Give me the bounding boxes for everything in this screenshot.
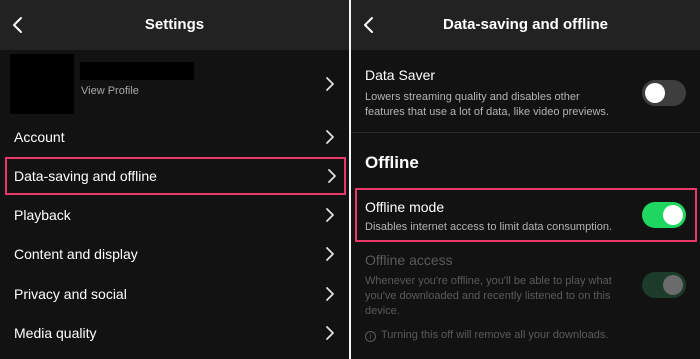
chevron-right-icon bbox=[325, 207, 335, 223]
avatar bbox=[10, 54, 74, 114]
chevron-right-icon bbox=[325, 76, 335, 92]
menu-item-data-saving-offline[interactable]: Data-saving and offline bbox=[5, 157, 346, 195]
offline-mode-desc: Disables internet access to limit data c… bbox=[365, 221, 613, 233]
data-saver-desc-line1: Lowers streaming quality and disables ot… bbox=[365, 91, 580, 103]
menu-item-content-display[interactable]: Content and display bbox=[0, 235, 349, 273]
chevron-right-icon bbox=[327, 168, 337, 184]
data-saving-panel: Data-saving and offline Data Saver Lower… bbox=[351, 0, 700, 359]
menu-item-playback[interactable]: Playback bbox=[0, 196, 349, 234]
offline-mode-toggle[interactable] bbox=[642, 202, 686, 228]
chevron-right-icon bbox=[325, 286, 335, 302]
menu-item-label: Content and display bbox=[14, 246, 138, 262]
offline-access-desc-line2: you've downloaded and recently listened … bbox=[365, 290, 611, 302]
toggle-knob bbox=[663, 275, 683, 295]
profile-row[interactable]: View Profile bbox=[0, 50, 349, 118]
menu-item-label: Data-saving and offline bbox=[14, 168, 157, 184]
menu-item-privacy-social[interactable]: Privacy and social bbox=[0, 275, 349, 313]
info-icon: i bbox=[365, 331, 376, 342]
menu-item-label: Media quality bbox=[14, 325, 97, 341]
chevron-right-icon bbox=[325, 129, 335, 145]
offline-access-desc-line3: device. bbox=[365, 305, 400, 317]
settings-panel: Settings View Profile Account Data-savin… bbox=[0, 0, 349, 359]
toggle-knob bbox=[645, 83, 665, 103]
offline-access-title: Offline access bbox=[365, 252, 453, 268]
menu-item-label: Playback bbox=[14, 207, 71, 223]
data-saving-header: Data-saving and offline bbox=[351, 0, 700, 50]
settings-header: Settings bbox=[0, 0, 349, 50]
menu-item-label: Account bbox=[14, 129, 65, 145]
page-title: Data-saving and offline bbox=[442, 16, 609, 33]
data-saver-title: Data Saver bbox=[365, 67, 436, 83]
offline-access-info: i Turning this off will remove all your d… bbox=[365, 329, 608, 342]
offline-mode-title: Offline mode bbox=[365, 199, 445, 215]
menu-item-label: Privacy and social bbox=[14, 286, 127, 302]
view-profile-link[interactable]: View Profile bbox=[81, 85, 139, 97]
profile-name-redacted bbox=[80, 62, 194, 80]
data-saver-desc-line2: features that use a lot of data, like vi… bbox=[365, 106, 609, 118]
chevron-right-icon bbox=[325, 246, 335, 262]
section-divider bbox=[351, 132, 700, 133]
offline-section-title: Offline bbox=[365, 153, 419, 172]
offline-access-toggle[interactable] bbox=[642, 272, 686, 298]
data-saver-toggle[interactable] bbox=[642, 80, 686, 106]
menu-item-media-quality[interactable]: Media quality bbox=[0, 314, 349, 352]
offline-access-info-text: Turning this off will remove all your do… bbox=[381, 329, 609, 341]
menu-item-account[interactable]: Account bbox=[0, 118, 349, 156]
page-title: Settings bbox=[144, 16, 205, 33]
toggle-knob bbox=[663, 205, 683, 225]
chevron-right-icon bbox=[325, 325, 335, 341]
offline-access-desc-line1: Whenever you're offline, you'll be able … bbox=[365, 275, 612, 287]
